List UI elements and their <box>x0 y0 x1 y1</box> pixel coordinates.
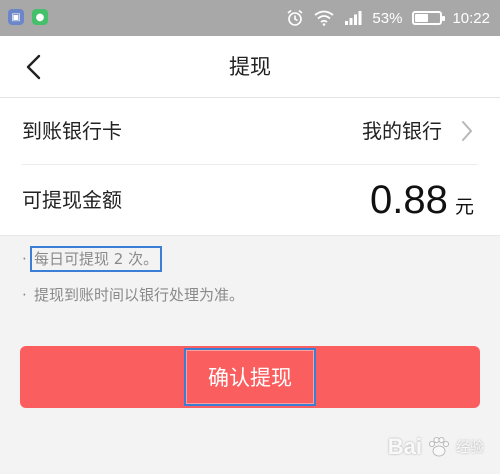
wifi-icon <box>314 10 334 26</box>
watermark-subtext: 经验 <box>456 440 484 456</box>
chevron-right-icon <box>462 121 472 141</box>
clock: 10:22 <box>452 9 490 27</box>
signal-icon <box>345 11 362 25</box>
bank-card-row[interactable]: 到账银行卡 我的银行 <box>0 98 500 164</box>
amount-value: 0.88 <box>370 178 448 222</box>
chat-app-icon: ● <box>32 9 48 25</box>
amount-display: 0.88 元 <box>370 165 474 243</box>
status-bar: ▣ ● 53% 10:22 <box>0 0 500 36</box>
bank-card-label: 到账银行卡 <box>22 119 122 143</box>
withdraw-card: 到账银行卡 我的银行 可提现金额 0.88 元 <box>0 98 500 236</box>
page-title: 提现 <box>229 55 271 79</box>
chevron-left-icon[interactable] <box>22 54 48 80</box>
app-icon: ▣ <box>8 9 24 25</box>
confirm-withdraw-label: 确认提现 <box>184 348 316 406</box>
battery-icon <box>412 11 446 25</box>
note-item: · 提现到账时间以银行处理为准。 <box>22 284 244 305</box>
note-text: 提现到账时间以银行处理为准。 <box>34 286 245 304</box>
alarm-icon <box>287 9 303 26</box>
status-system-icons: 53% 10:22 <box>286 0 490 36</box>
note-item: · 每日可提现 2 次。 <box>22 246 163 272</box>
status-notification-icons: ▣ ● <box>8 9 48 25</box>
note-text: 每日可提现 2 次。 <box>29 246 163 272</box>
battery-percent: 53% <box>372 9 403 27</box>
note-bullet: · <box>22 286 27 304</box>
note-bullet: · <box>22 250 27 268</box>
nav-bar: 提现 <box>0 36 500 98</box>
watermark-text: Bai <box>387 434 422 459</box>
amount-label: 可提现金额 <box>22 188 122 212</box>
amount-row: 可提现金额 0.88 元 <box>0 165 500 236</box>
amount-unit: 元 <box>454 196 474 218</box>
battery-level <box>415 14 429 22</box>
paw-icon <box>429 437 449 457</box>
baidu-watermark: Bai 经验 <box>388 434 484 460</box>
confirm-withdraw-button[interactable]: 确认提现 <box>20 346 480 408</box>
bank-card-value: 我的银行 <box>362 119 442 143</box>
